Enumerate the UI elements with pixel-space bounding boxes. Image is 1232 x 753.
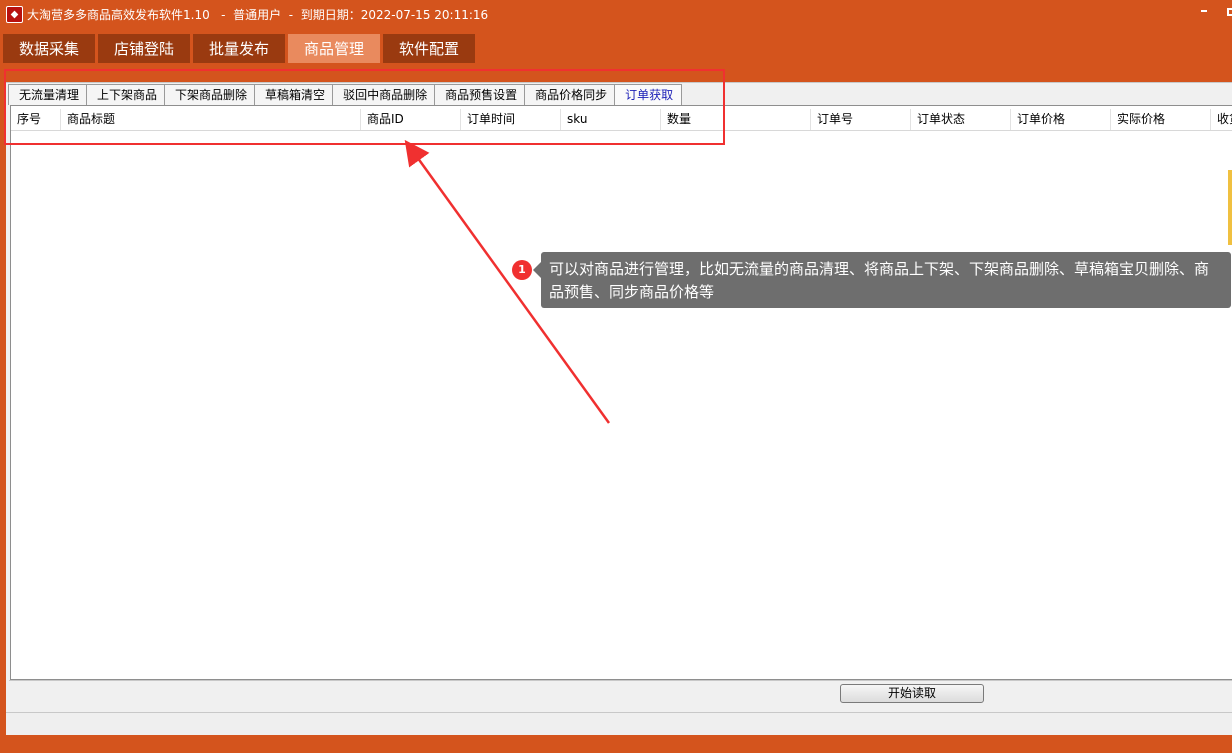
annotation-arrow (404, 139, 611, 424)
callout-number-badge: 1 (512, 260, 532, 280)
annotation-callout: 可以对商品进行管理，比如无流量的商品清理、将商品上下架、下架商品删除、草稿箱宝贝… (541, 252, 1231, 308)
callout-pointer (533, 262, 541, 278)
